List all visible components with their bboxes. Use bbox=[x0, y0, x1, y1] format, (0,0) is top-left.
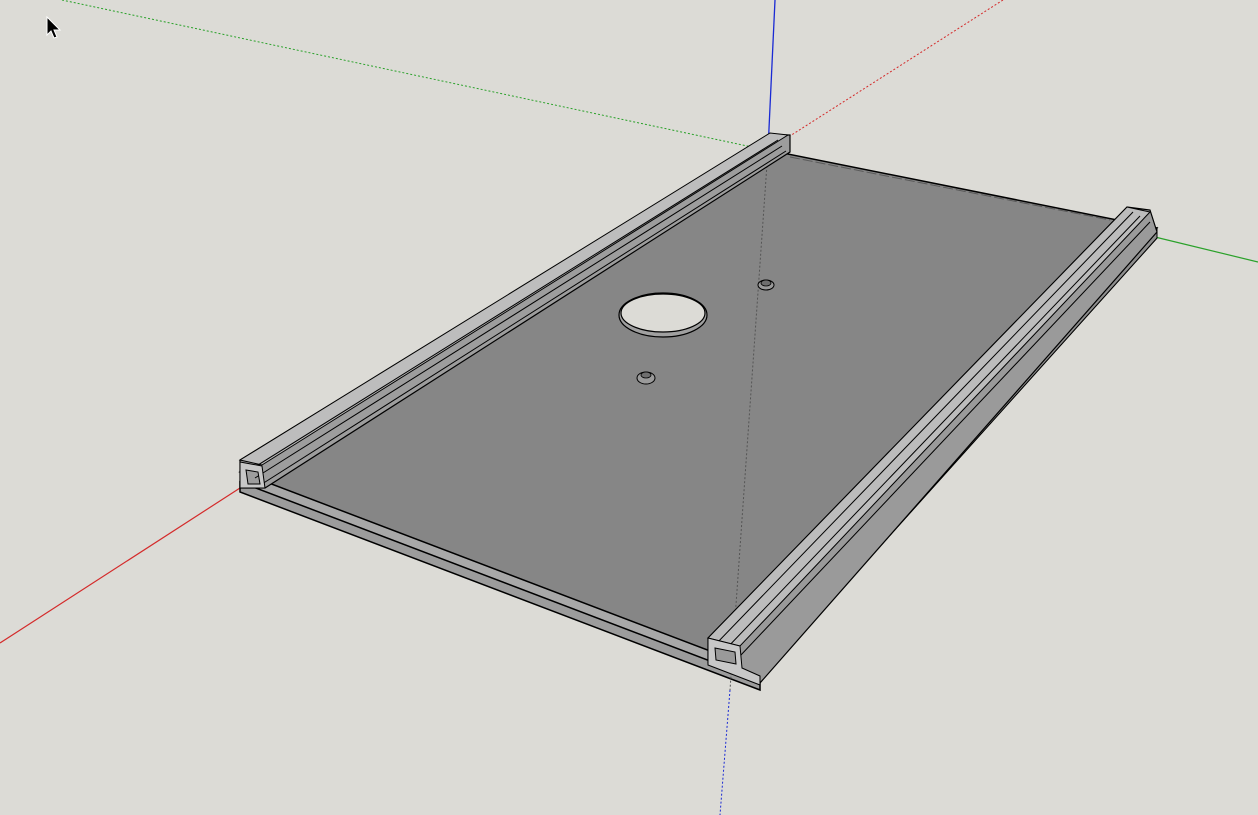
screw-hole-upper-inner bbox=[760, 279, 772, 287]
modeling-viewport[interactable] bbox=[0, 0, 1258, 815]
center-hole-opening bbox=[620, 293, 706, 333]
screw-hole-upper[interactable] bbox=[757, 279, 775, 291]
scene-canvas[interactable] bbox=[0, 0, 1258, 815]
screw-hole-lower-inner bbox=[640, 371, 652, 379]
screw-hole-lower[interactable] bbox=[636, 371, 656, 385]
center-hole[interactable] bbox=[618, 292, 708, 338]
